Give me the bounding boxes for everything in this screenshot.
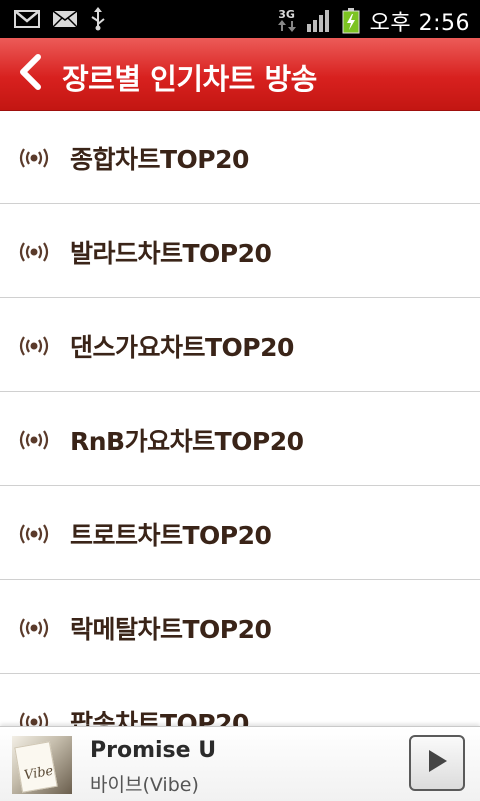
play-button[interactable] [409, 735, 465, 791]
list-item-label: 댄스가요차트TOP20 [70, 333, 294, 362]
title-bar: 장르별 인기차트 방송 [0, 38, 480, 111]
song-title: Promise U [90, 738, 217, 763]
system-icons: 3G 오후 2:56 [277, 5, 470, 37]
mail-icon [52, 9, 78, 29]
broadcast-icon [18, 711, 50, 726]
broadcast-icon [18, 429, 50, 451]
battery-charging-icon [342, 8, 360, 34]
broadcast-icon [18, 523, 50, 545]
mini-player: Vibe Promise U 바이브(Vibe) [0, 726, 480, 801]
list-item-trot-chart[interactable]: 트로트차트TOP20 [0, 486, 480, 580]
list-item-label: RnB가요차트TOP20 [70, 427, 304, 456]
usb-icon [90, 7, 106, 31]
list-item-label: 팝송차트TOP20 [70, 709, 249, 726]
signal-icon [306, 9, 332, 33]
broadcast-icon [18, 335, 50, 357]
back-chevron-icon [18, 54, 42, 94]
list-item-ballad-chart[interactable]: 발라드차트TOP20 [0, 204, 480, 298]
broadcast-icon [18, 241, 50, 263]
3g-data-icon: 3G [277, 8, 296, 32]
artist-name: 바이브(Vibe) [90, 774, 199, 796]
play-icon [425, 748, 449, 778]
list-item-label: 락메탈차트TOP20 [70, 615, 272, 644]
status-bar: 3G 오후 2:56 [0, 0, 480, 38]
list-item-general-chart[interactable]: 종합차트TOP20 [0, 110, 480, 204]
list-item-pop-chart[interactable]: 팝송차트TOP20 [0, 674, 480, 726]
list-item-label: 트로트차트TOP20 [70, 521, 272, 550]
list-item-rnb-chart[interactable]: RnB가요차트TOP20 [0, 392, 480, 486]
list-item-dance-chart[interactable]: 댄스가요차트TOP20 [0, 298, 480, 392]
clock: 오후 2:56 [369, 11, 470, 36]
broadcast-icon [18, 147, 50, 169]
list-item-label: 발라드차트TOP20 [70, 239, 272, 268]
network-type-label: 3G [278, 8, 295, 21]
back-button[interactable] [12, 54, 48, 94]
notification-icons [14, 7, 106, 31]
gmail-icon [14, 9, 40, 29]
album-art[interactable]: Vibe [12, 736, 72, 794]
list-item-label: 종합차트TOP20 [70, 145, 249, 174]
list-item-rock-metal-chart[interactable]: 락메탈차트TOP20 [0, 580, 480, 674]
page-title: 장르별 인기차트 방송 [62, 62, 317, 96]
genre-chart-list: 종합차트TOP20 발라드차트TOP20 댄스가요차트TOP20 RnB가요차트… [0, 110, 480, 726]
broadcast-icon [18, 617, 50, 639]
